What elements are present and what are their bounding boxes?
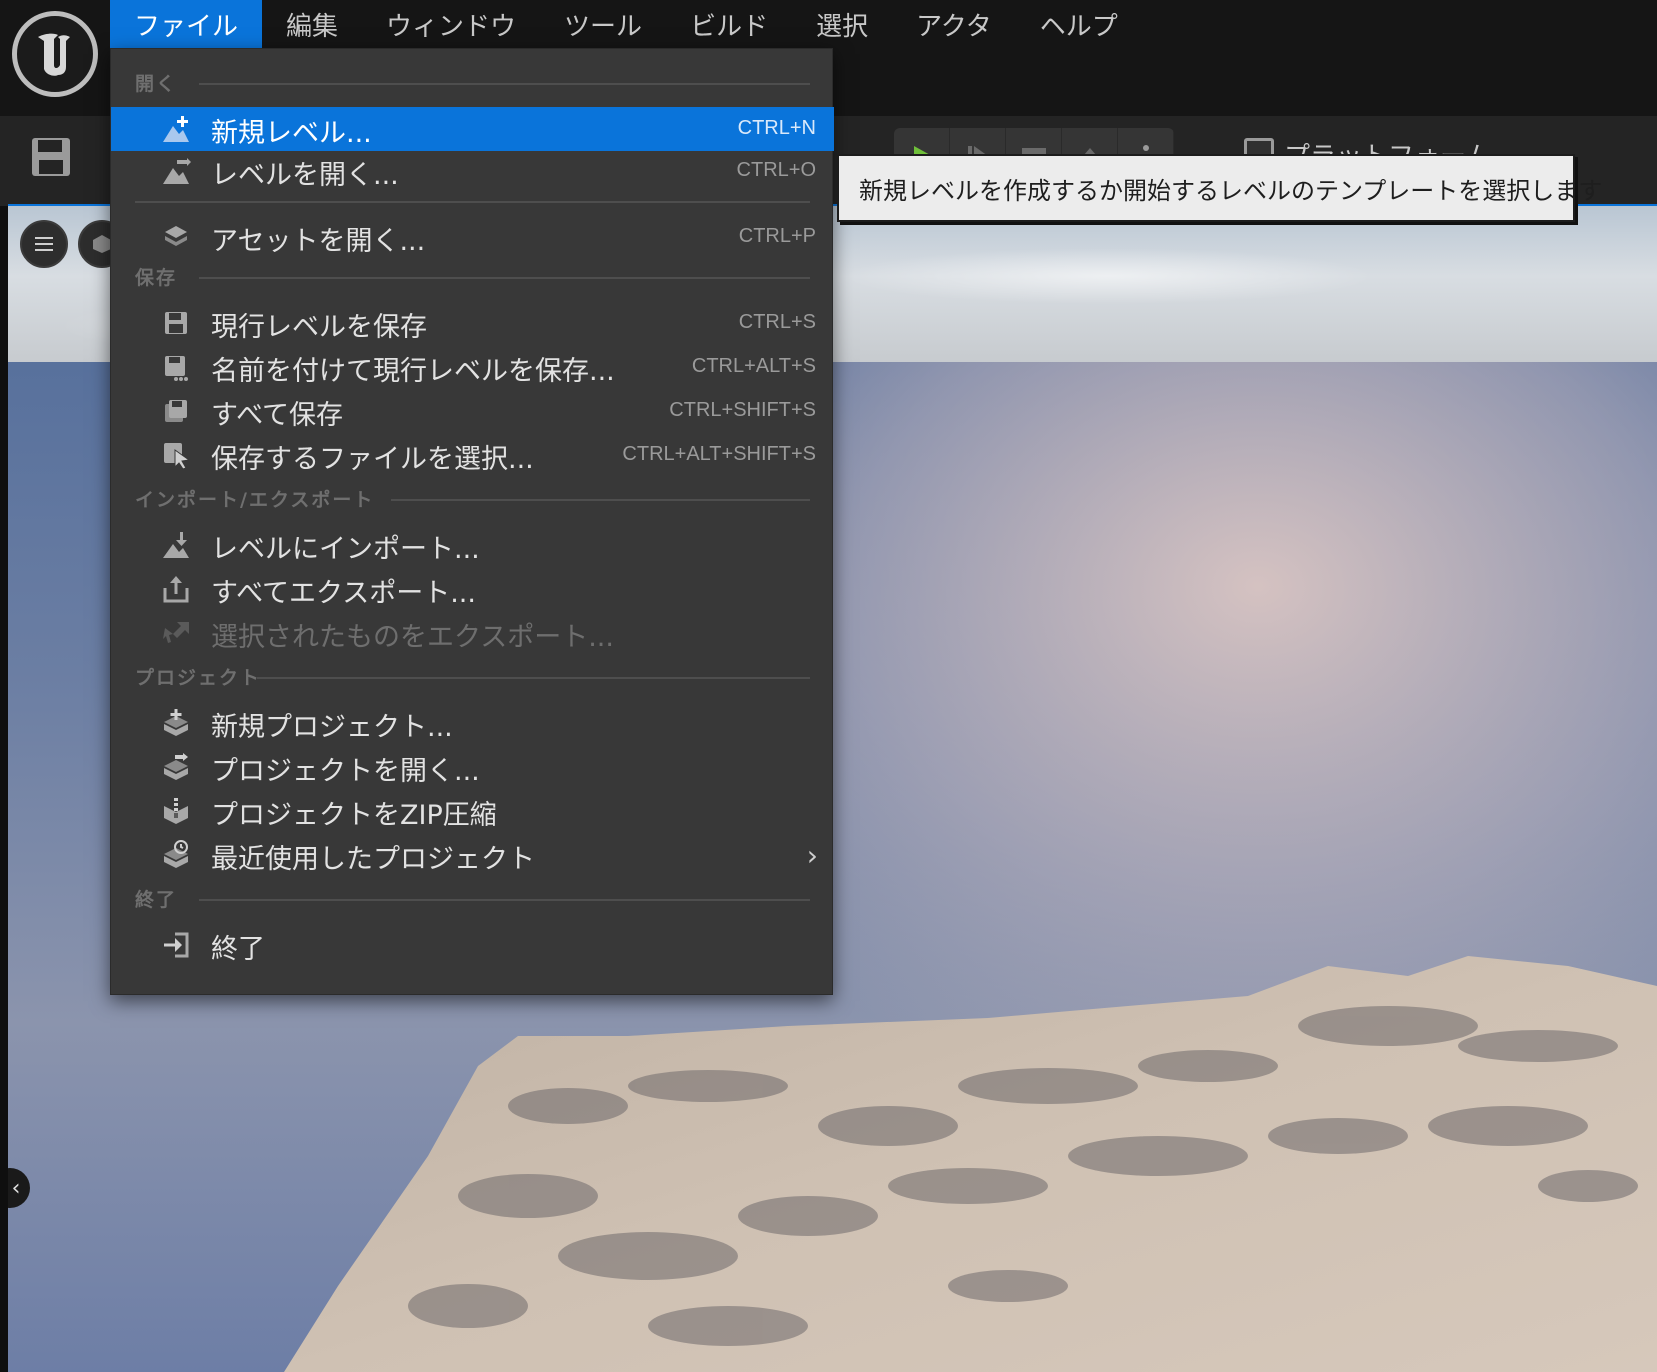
viewport-menu-button[interactable]: [20, 220, 68, 268]
exit-icon: [161, 930, 191, 960]
menu-item-label: 最近使用したプロジェクト: [211, 844, 535, 875]
section-open: 開く: [111, 69, 834, 99]
menu-item-label: すべて保存: [211, 400, 344, 431]
menu-item-open-project[interactable]: プロジェクトを開く...: [111, 745, 834, 789]
menu-help[interactable]: ヘルプ: [1016, 0, 1142, 48]
section-exit-label: 終了: [135, 889, 178, 911]
export-selected-icon: [161, 618, 191, 648]
menu-item-label: 現行レベルを保存: [211, 312, 427, 343]
menu-item-label: 新規プロジェクト...: [211, 712, 453, 743]
shortcut-label: CTRL+ALT+SHIFT+S: [622, 443, 816, 465]
shortcut-label: CTRL+SHIFT+S: [669, 399, 816, 421]
menu-item-save-current-level[interactable]: 現行レベルを保存 CTRL+S: [111, 301, 834, 345]
menu-item-label: すべてエクスポート...: [211, 578, 476, 609]
menu-actor[interactable]: アクタ: [892, 0, 1016, 48]
section-project-label: プロジェクト: [135, 667, 262, 689]
menu-item-zip-project[interactable]: プロジェクトをZIP圧縮: [111, 789, 834, 833]
new-project-icon: [161, 708, 191, 738]
section-import-export-label: インポート/エクスポート: [135, 489, 375, 511]
menu-item-label: 選択されたものをエクスポート...: [211, 622, 614, 653]
menu-item-open-asset[interactable]: アセットを開く... CTRL+P: [111, 215, 834, 259]
shortcut-label: CTRL+N: [737, 117, 816, 139]
save-as-icon: [161, 352, 191, 382]
menu-item-open-level[interactable]: レベルを開く... CTRL+O: [111, 149, 834, 193]
open-level-icon: [161, 156, 191, 186]
import-icon: [161, 530, 191, 560]
menu-item-choose-files-to-save[interactable]: 保存するファイルを選択... CTRL+ALT+SHIFT+S: [111, 433, 834, 477]
export-icon: [161, 574, 191, 604]
menu-item-label: 名前を付けて現行レベルを保存...: [211, 356, 615, 387]
menu-tools[interactable]: ツール: [540, 0, 666, 48]
menu-item-label: プロジェクトを開く...: [211, 756, 480, 787]
save-all-icon: [161, 396, 191, 426]
menu-item-new-level[interactable]: 新規レベル... CTRL+N: [111, 107, 834, 151]
menu-item-exit[interactable]: 終了: [111, 923, 834, 967]
section-save: 保存: [111, 263, 834, 293]
section-project: プロジェクト: [111, 663, 834, 693]
menu-select[interactable]: 選択: [792, 0, 892, 48]
section-import-export: インポート/エクスポート: [111, 485, 834, 515]
choose-files-icon: [161, 440, 191, 470]
zip-project-icon: [161, 796, 191, 826]
shortcut-label: CTRL+ALT+S: [691, 355, 816, 377]
menu-item-save-as[interactable]: 名前を付けて現行レベルを保存... CTRL+ALT+S: [111, 345, 834, 389]
open-asset-icon: [161, 222, 191, 252]
menu-item-import-to-level[interactable]: レベルにインポート...: [111, 523, 834, 567]
open-project-icon: [161, 752, 191, 782]
menu-file[interactable]: ファイル: [110, 0, 263, 48]
menu-item-recent-projects[interactable]: 最近使用したプロジェクト ›: [111, 833, 834, 877]
menu-item-export-all[interactable]: すべてエクスポート...: [111, 567, 834, 611]
menu-items: ファイル 編集 ウィンドウ ツール ビルド 選択 アクタ ヘルプ: [110, 0, 1142, 48]
section-open-line: [199, 83, 810, 85]
unreal-logo-icon[interactable]: [12, 11, 98, 97]
menu-item-label: アセットを開く...: [211, 226, 426, 257]
file-menu-dropdown: 開く 新規レベル... CTRL+N レベルを開く... CTRL+O アセット…: [110, 48, 834, 995]
recent-projects-icon: [161, 840, 191, 870]
section-exit: 終了: [111, 885, 834, 915]
menu-item-new-project[interactable]: 新規プロジェクト...: [111, 701, 834, 745]
unreal-editor-window: ファイル 編集 ウィンドウ ツール ビルド 選択 アクタ ヘルプ ‹ 開く 新規…: [0, 0, 1657, 1372]
section-exit-line: [199, 899, 810, 901]
section-open-label: 開く: [135, 73, 178, 95]
save-icon: [161, 308, 191, 338]
section-save-line: [199, 277, 810, 279]
shortcut-label: CTRL+O: [736, 159, 816, 181]
menu-item-label: 終了: [211, 934, 265, 965]
menu-window[interactable]: ウィンドウ: [362, 0, 540, 48]
menu-item-label: レベルにインポート...: [211, 534, 480, 565]
menu-item-export-selected: 選択されたものをエクスポート...: [111, 611, 834, 655]
tooltip: 新規レベルを作成するか開始するレベルのテンプレートを選択します: [837, 154, 1602, 222]
menu-edit[interactable]: 編集: [262, 0, 362, 48]
menu-item-label: レベルを開く...: [211, 160, 399, 191]
new-level-icon: [161, 114, 191, 144]
menu-divider: [135, 201, 810, 203]
menu-build[interactable]: ビルド: [666, 0, 792, 48]
shortcut-label: CTRL+P: [738, 225, 816, 247]
section-project-line: [257, 677, 810, 679]
section-save-label: 保存: [135, 267, 178, 289]
menu-item-save-all[interactable]: すべて保存 CTRL+SHIFT+S: [111, 389, 834, 433]
menu-item-label: 保存するファイルを選択...: [211, 444, 534, 475]
menu-item-label: プロジェクトをZIP圧縮: [211, 800, 497, 831]
chevron-right-icon: ›: [806, 839, 818, 872]
shortcut-label: CTRL+S: [738, 311, 816, 333]
menu-item-label: 新規レベル...: [211, 118, 372, 149]
section-import-export-line: [391, 499, 810, 501]
save-toolbar-icon[interactable]: [30, 136, 72, 178]
